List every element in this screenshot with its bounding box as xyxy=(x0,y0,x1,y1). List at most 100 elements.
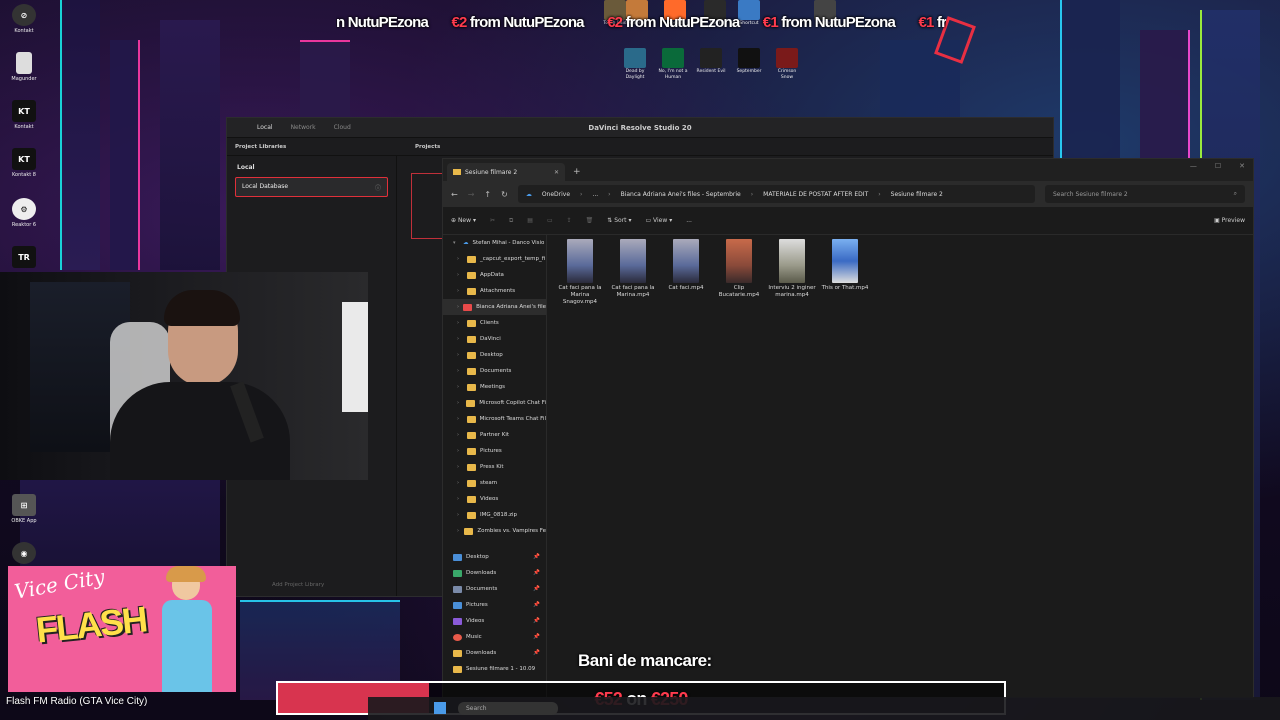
file-item[interactable]: Cat faci.mp4 xyxy=(661,235,711,292)
nav-item[interactable]: › Desktop xyxy=(443,347,546,363)
quick-access-item[interactable]: Downloads 📌 xyxy=(443,645,546,661)
nav-item[interactable]: › AppData xyxy=(443,267,546,283)
view-button[interactable]: ▭ View ▾ xyxy=(645,217,672,224)
breadcrumb-item[interactable]: OneDrive xyxy=(542,191,570,198)
start-icon[interactable] xyxy=(434,702,446,714)
quick-access-item[interactable]: Documents 📌 xyxy=(443,581,546,597)
close-icon[interactable]: ✕ xyxy=(1239,162,1245,170)
nav-item[interactable]: › Meetings xyxy=(443,379,546,395)
desktop-icon-tr[interactable]: TR xyxy=(6,246,42,268)
chevron-right-icon: › xyxy=(457,384,459,390)
quick-access-item[interactable]: Desktop 📌 xyxy=(443,549,546,565)
desktop-icon-crimson-snow[interactable]: Crimson Snow xyxy=(772,48,802,81)
desktop-icon-not-human[interactable]: No, I'm not a Human xyxy=(658,48,688,81)
chevron-right-icon: › xyxy=(457,368,459,374)
breadcrumb-item[interactable]: MATERIALE DE POSTAT AFTER EDIT xyxy=(763,191,868,198)
folder-icon xyxy=(467,431,476,439)
file-list: Cat faci pana la Marina Snagov.mp4 Cat f… xyxy=(555,235,1253,697)
tab-network[interactable]: Network xyxy=(291,124,316,131)
tab-cloud[interactable]: Cloud xyxy=(334,124,351,131)
pin-icon[interactable]: 📌 xyxy=(533,618,540,624)
refresh-icon[interactable]: ↻ xyxy=(501,190,508,199)
nav-item[interactable]: › Press Kit xyxy=(443,459,546,475)
desktop-icon-kontakt[interactable]: ⊘ Kontakt xyxy=(6,4,42,34)
up-arrow-icon[interactable]: ↑ xyxy=(484,190,491,199)
desktop-icon-obs[interactable]: ◉ xyxy=(6,542,42,564)
desktop-icon-kontakt-2[interactable]: KT Kontakt xyxy=(6,100,42,130)
nav-item[interactable]: › Zombies vs. Vampires Fe xyxy=(443,523,546,539)
videos-icon xyxy=(453,617,462,625)
nav-item[interactable]: › Documents xyxy=(443,363,546,379)
explorer-tab[interactable]: Sesiune filmare 2 ✕ xyxy=(447,163,565,181)
chevron-right-icon: › xyxy=(457,416,459,422)
pin-icon[interactable]: 📌 xyxy=(533,586,540,592)
nav-item[interactable]: › Partner Kit xyxy=(443,427,546,443)
taskbar-search[interactable]: Search xyxy=(458,702,558,715)
quick-access-item[interactable]: Music 📌 xyxy=(443,629,546,645)
breadcrumb-item[interactable]: Sesiune filmare 2 xyxy=(891,191,943,198)
info-icon[interactable]: ⓘ xyxy=(375,183,381,192)
project-thumbnail[interactable] xyxy=(411,173,443,239)
nav-item[interactable]: › Pictures xyxy=(443,443,546,459)
nav-item[interactable]: › IMG_0818.zip xyxy=(443,507,546,523)
rename-icon[interactable]: ▭ xyxy=(547,217,553,224)
minimize-icon[interactable]: — xyxy=(1190,162,1197,170)
desktop-icon-resident-evil[interactable]: Resident Evil xyxy=(696,48,726,75)
more-button[interactable]: ... xyxy=(686,217,692,224)
desktop-icon-reaktor[interactable]: ⚙ Reaktor 6 xyxy=(6,198,42,228)
paste-icon[interactable]: ▤ xyxy=(527,217,533,224)
file-item[interactable]: Interviu 2 inginer marina.mp4 xyxy=(767,235,817,299)
breadcrumb-item[interactable]: ... xyxy=(592,191,598,198)
nav-item[interactable]: › Videos xyxy=(443,491,546,507)
chevron-right-icon: › xyxy=(457,320,459,326)
explorer-toolbar: ⊕ New ▾ ✂ ⧉ ▤ ▭ ⇪ 🗑 ⇅ Sort ▾ ▭ View ▾ ..… xyxy=(443,207,1253,235)
copy-icon[interactable]: ⧉ xyxy=(509,217,513,225)
pin-icon[interactable]: 📌 xyxy=(533,570,540,576)
nav-item[interactable]: › DaVinci xyxy=(443,331,546,347)
pin-icon[interactable]: 📌 xyxy=(533,634,540,640)
breadcrumb-item[interactable]: Bianca Adriana Anei's files - Septembrie xyxy=(621,191,741,198)
delete-icon[interactable]: 🗑 xyxy=(586,217,594,224)
pin-icon[interactable]: 📌 xyxy=(533,650,540,656)
file-item[interactable]: Clip Bucatarie.mp4 xyxy=(714,235,764,299)
desktop-icon-september[interactable]: September xyxy=(734,48,764,75)
pin-icon[interactable]: 📌 xyxy=(533,602,540,608)
sort-button[interactable]: ⇅ Sort ▾ xyxy=(607,217,631,224)
quick-access-item[interactable]: Videos 📌 xyxy=(443,613,546,629)
tab-local[interactable]: Local xyxy=(257,124,273,131)
nav-item[interactable]: › Attachments xyxy=(443,283,546,299)
nav-item[interactable]: › Clients xyxy=(443,315,546,331)
close-tab-icon[interactable]: ✕ xyxy=(554,169,559,176)
nav-item[interactable]: ▾ ☁ Stefan Mihai - Danco Visio xyxy=(443,235,546,251)
file-item[interactable]: Cat faci pana la Marina.mp4 xyxy=(608,235,658,299)
new-button[interactable]: ⊕ New ▾ xyxy=(451,217,476,224)
cut-icon[interactable]: ✂ xyxy=(490,217,495,224)
video-thumbnail xyxy=(779,239,805,283)
nav-item[interactable]: › Microsoft Copilot Chat Fi xyxy=(443,395,546,411)
video-thumbnail xyxy=(567,239,593,283)
desktop-icon-obke[interactable]: ⊞ OBKE App xyxy=(6,494,42,524)
add-project-library-button[interactable]: Add Project Library xyxy=(272,582,324,588)
quick-access-item[interactable]: Downloads 📌 xyxy=(443,565,546,581)
desktop-icon-kontakt-8[interactable]: KT Kontakt 8 xyxy=(6,148,42,178)
file-item[interactable]: This or That.mp4 xyxy=(820,235,870,292)
nav-item[interactable]: › _capcut_export_temp_fi xyxy=(443,251,546,267)
pin-icon[interactable]: 📌 xyxy=(533,554,540,560)
preview-button[interactable]: ▣ Preview xyxy=(1214,217,1245,224)
desktop-icon-magunder[interactable]: Magunder xyxy=(6,52,42,82)
nav-item[interactable]: › steam xyxy=(443,475,546,491)
search-input[interactable]: Search Sesiune filmare 2 ⌕ xyxy=(1045,185,1245,203)
quick-access-item[interactable]: Pictures 📌 xyxy=(443,597,546,613)
share-icon[interactable]: ⇪ xyxy=(567,217,572,224)
nav-item[interactable]: › Microsoft Teams Chat Fil xyxy=(443,411,546,427)
forward-arrow-icon[interactable]: → xyxy=(468,190,475,199)
nav-item[interactable]: › Bianca Adriana Anei's file xyxy=(443,299,546,315)
file-item[interactable]: Cat faci pana la Marina Snagov.mp4 xyxy=(555,235,605,306)
back-arrow-icon[interactable]: ← xyxy=(451,190,458,199)
local-database-item[interactable]: Local Database ⓘ xyxy=(235,177,388,197)
quick-access-item[interactable]: Sesiune filmare 1 - 10.09 xyxy=(443,661,546,677)
maximize-icon[interactable]: ☐ xyxy=(1215,162,1221,170)
desktop-icon-dead-by-daylight[interactable]: Dead by Daylight xyxy=(620,48,650,81)
breadcrumb[interactable]: ☁ OneDrive › ... › Bianca Adriana Anei's f… xyxy=(517,185,1035,203)
new-tab-button[interactable]: + xyxy=(573,167,581,177)
